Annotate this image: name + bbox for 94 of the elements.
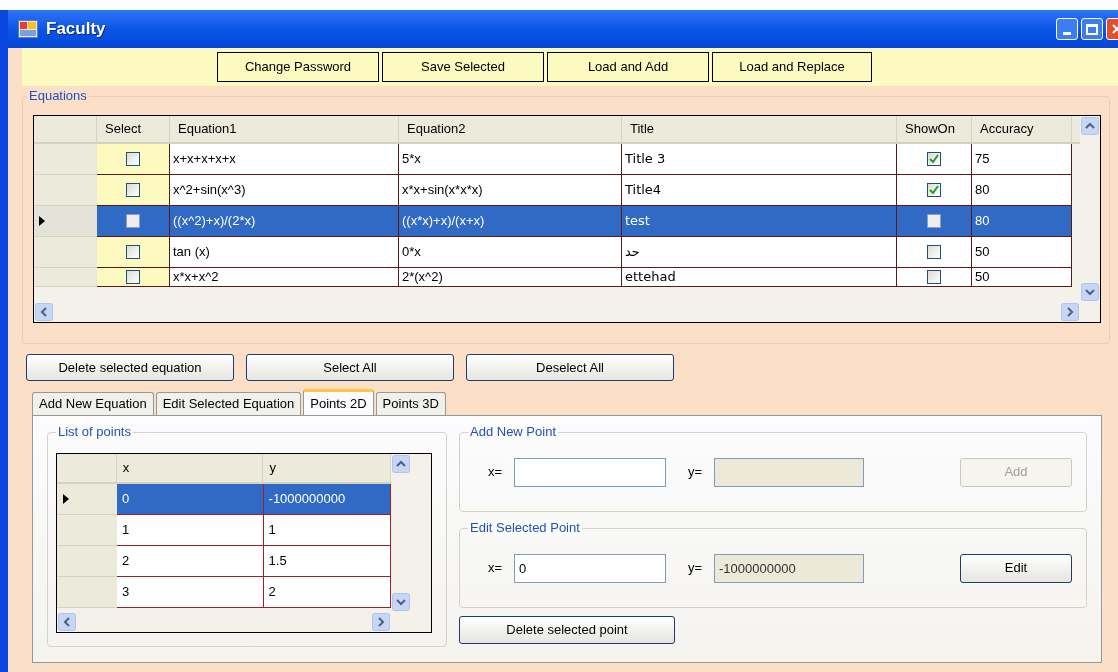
table-cell: 75 <box>972 144 1072 175</box>
table-cell: 1.5 <box>263 546 391 577</box>
group-title: Edit Selected Point <box>468 520 582 536</box>
table-row[interactable]: ((x^2)+x)/(2*x) ((x*x)+x)/(x+x) test 80 <box>34 206 1080 237</box>
table-cell: 50 <box>972 237 1072 268</box>
x-label: x= <box>488 463 504 482</box>
column-header[interactable]: Title <box>622 116 897 142</box>
table-cell: 1 <box>263 515 391 546</box>
edit-button[interactable]: Edit <box>960 553 1072 583</box>
table-cell: x*x+sin(x*x*x) <box>399 175 622 206</box>
checkbox[interactable] <box>126 214 140 228</box>
checkbox[interactable] <box>927 214 941 228</box>
horizontal-scrollbar[interactable] <box>57 612 391 632</box>
table-cell: x+x+x+x+x <box>170 144 399 175</box>
table-cell: حد <box>622 237 897 268</box>
table-cell: 2 <box>116 546 264 577</box>
table-cell: Title 3 <box>622 144 897 175</box>
scroll-right-icon[interactable] <box>372 613 390 631</box>
table-cell: x*x+x^2 <box>170 268 399 287</box>
scroll-down-icon[interactable] <box>392 593 410 611</box>
scroll-left-icon[interactable] <box>35 303 53 321</box>
x-label: x= <box>488 559 504 578</box>
app-icon <box>18 20 38 38</box>
horizontal-scrollbar[interactable] <box>34 302 1080 322</box>
vertical-scrollbar[interactable] <box>1080 116 1100 302</box>
column-header[interactable]: Equation1 <box>170 116 399 142</box>
table-row[interactable]: 3 2 <box>57 577 391 608</box>
action-button[interactable]: Delete selected equation <box>26 354 234 381</box>
table-cell: 2 <box>263 577 391 608</box>
action-button[interactable]: Select All <box>246 354 454 381</box>
column-header[interactable]: Equation2 <box>399 116 622 142</box>
table-cell: x^2+sin(x^3) <box>170 175 399 206</box>
group-title: Equations <box>27 88 89 104</box>
group-title: Add New Point <box>468 424 558 440</box>
toolbar-button[interactable]: Save Selected <box>382 52 544 82</box>
tab[interactable]: Add New Equation <box>32 392 154 415</box>
checkbox[interactable] <box>126 183 140 197</box>
checkbox[interactable] <box>126 152 140 166</box>
table-cell: test <box>622 206 897 237</box>
table-cell: ((x^2)+x)/(2*x) <box>170 206 399 237</box>
scroll-left-icon[interactable] <box>58 613 76 631</box>
table-row[interactable]: x*x+x^2 2*(x^2) ettehad 50 <box>34 268 1080 287</box>
toolbar-button[interactable]: Change Password <box>217 52 379 82</box>
checkbox[interactable] <box>927 183 941 197</box>
current-row-icon <box>63 494 69 504</box>
table-cell: 3 <box>116 577 264 608</box>
x-field[interactable]: 0 <box>514 553 666 583</box>
table-cell: ((x*x)+x)/(x+x) <box>399 206 622 237</box>
table-cell: 80 <box>972 206 1072 237</box>
checkbox[interactable] <box>927 270 941 284</box>
table-row[interactable]: 1 1 <box>57 515 391 546</box>
delete-point-button[interactable]: Delete selected point <box>459 616 675 644</box>
table-cell: 0 <box>116 484 264 515</box>
scroll-right-icon[interactable] <box>1061 303 1079 321</box>
table-row[interactable]: x+x+x+x+x 5*x Title 3 75 <box>34 144 1080 175</box>
table-cell: -1000000000 <box>263 484 391 515</box>
table-row[interactable]: 0 -1000000000 <box>57 484 391 515</box>
vertical-scrollbar[interactable] <box>391 454 411 612</box>
y-label: y= <box>688 559 704 578</box>
table-cell: ettehad <box>622 268 897 287</box>
table-cell: 50 <box>972 268 1072 287</box>
checkbox[interactable] <box>126 270 140 284</box>
toolbar-button[interactable]: Load and Add <box>547 52 709 82</box>
x-field[interactable] <box>514 457 666 487</box>
tab[interactable]: Points 2D <box>303 389 374 415</box>
table-cell: 5*x <box>399 144 622 175</box>
group-title: List of points <box>56 424 133 440</box>
table-cell: 1 <box>116 515 264 546</box>
checkbox[interactable] <box>927 245 941 259</box>
action-button[interactable]: Deselect All <box>466 354 674 381</box>
column-header[interactable]: ShowOn <box>897 116 972 142</box>
tab[interactable]: Edit Selected Equation <box>155 392 302 415</box>
toolbar-button[interactable]: Load and Replace <box>712 52 872 82</box>
table-cell: 2*(x^2) <box>399 268 622 287</box>
table-cell: tan (x) <box>170 237 399 268</box>
minimize-button[interactable] <box>1056 18 1078 40</box>
checkbox[interactable] <box>927 152 941 166</box>
table-row[interactable]: x^2+sin(x^3) x*x+sin(x*x*x) Title4 80 <box>34 175 1080 206</box>
tab[interactable]: Points 3D <box>375 392 446 415</box>
table-cell: Title4 <box>622 175 897 206</box>
table-row[interactable]: 2 1.5 <box>57 546 391 577</box>
table-cell: 0*x <box>399 237 622 268</box>
window-title: Faculty <box>46 18 106 41</box>
maximize-button[interactable] <box>1081 18 1103 40</box>
scroll-down-icon[interactable] <box>1081 283 1099 301</box>
column-header[interactable]: Accuracy <box>972 116 1072 142</box>
current-row-icon <box>39 216 45 226</box>
scroll-up-icon[interactable] <box>392 455 410 473</box>
table-cell: 80 <box>972 175 1072 206</box>
column-header[interactable]: Select <box>97 116 170 142</box>
y-label: y= <box>688 463 704 482</box>
scroll-up-icon[interactable] <box>1081 117 1099 135</box>
checkbox[interactable] <box>126 245 140 259</box>
column-header[interactable]: x <box>116 454 264 482</box>
